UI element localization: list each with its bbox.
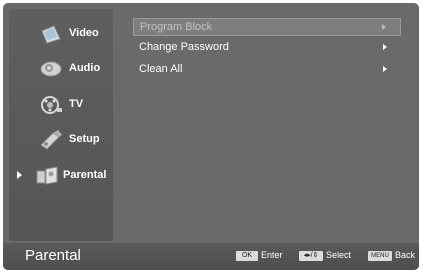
parental-icon [35,165,59,187]
setup-icon [39,129,63,151]
sidebar-item-parental[interactable]: Parental [9,159,113,193]
video-icon [39,23,63,45]
sidebar-item-video[interactable]: Video [9,17,113,51]
sidebar-item-audio[interactable]: Audio [9,52,113,86]
sidebar-item-label: Setup [69,133,100,145]
chevron-right-icon [382,24,386,30]
parental-menu: Program Block Change Password Clean All [125,18,411,238]
select-hint: Select [326,250,352,260]
sidebar-item-tv[interactable]: TV [9,88,113,122]
menu-item-label: Clean All [139,63,183,75]
chevron-right-icon [383,44,387,50]
menu-item-clean-all[interactable]: Clean All [133,61,401,79]
sidebar-item-label: Parental [63,169,107,181]
menu-key-icon: MENU [368,251,392,261]
sidebar-item-label: TV [69,98,84,110]
sidebar-item-label: Audio [69,62,101,74]
chevron-right-icon [383,66,387,72]
menu-item-label: Program Block [140,21,213,33]
navigate-key-icon: ◂▸/⇕ [299,251,323,261]
sidebar-item-label: Video [69,27,99,39]
page-title: Parental [25,247,81,264]
menu-item-program-block[interactable]: Program Block [133,18,401,36]
sidebar-item-setup[interactable]: Setup [9,123,113,157]
sidebar: Video Audio TV Setup Parental [9,9,113,241]
back-hint: Back [395,250,416,260]
tv-icon [39,94,63,116]
menu-item-label: Change Password [139,41,229,53]
audio-icon [39,58,63,80]
footer-bar: Parental OK Enter ◂▸/⇕ Select MENU Back [3,243,419,270]
menu-item-change-password[interactable]: Change Password [133,39,401,57]
ok-key-icon: OK [236,251,258,261]
tv-osd-screen: Video Audio TV Setup Parental Program Bl… [3,3,419,270]
selected-arrow-icon [17,171,22,179]
ok-hint: Enter [261,250,283,260]
